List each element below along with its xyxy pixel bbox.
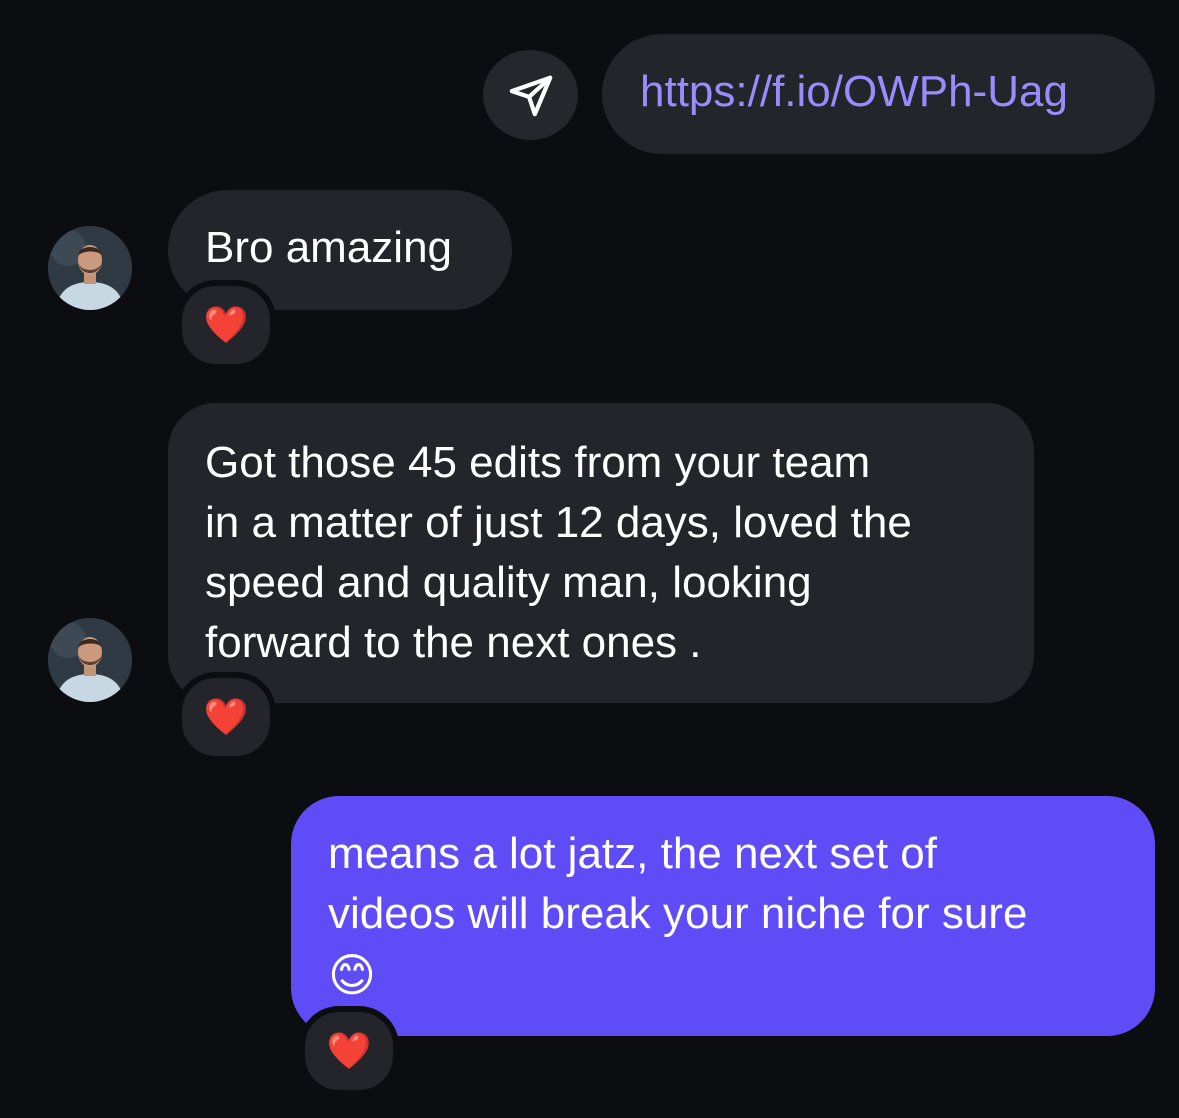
message-line: in a matter of just 12 days, loved the — [205, 498, 912, 547]
message-line: videos will break your niche for sure — [328, 889, 1028, 938]
link-message-bubble[interactable]: https://f.io/OWPh-Uag — [602, 34, 1155, 154]
message-line: means a lot jatz, the next set of — [328, 829, 937, 878]
avatar[interactable] — [48, 618, 132, 702]
message-line: Got those 45 edits from your team — [205, 438, 871, 487]
message-line: speed and quality man, looking — [205, 558, 812, 607]
heart-icon: ❤️ — [203, 304, 249, 345]
heart-icon: ❤️ — [203, 696, 249, 737]
avatar-image — [48, 226, 132, 310]
send-icon — [509, 75, 552, 117]
message-link[interactable]: https://f.io/OWPh-Uag — [640, 67, 1068, 116]
incoming-message-bubble[interactable]: Got those 45 edits from your team in a m… — [168, 403, 1034, 703]
heart-reaction[interactable]: ❤️ — [299, 1006, 399, 1096]
avatar[interactable] — [48, 226, 132, 310]
smiling-face-emoji: 😊 — [328, 949, 376, 1001]
heart-reaction[interactable]: ❤️ — [176, 280, 276, 370]
heart-reaction[interactable]: ❤️ — [176, 672, 276, 762]
avatar-image — [48, 618, 132, 702]
outgoing-message-bubble[interactable]: means a lot jatz, the next set of videos… — [291, 796, 1155, 1036]
share-button[interactable] — [483, 50, 578, 140]
message-line: forward to the next ones . — [205, 618, 702, 667]
message-text: Bro amazing — [205, 223, 453, 272]
heart-icon: ❤️ — [326, 1030, 372, 1071]
